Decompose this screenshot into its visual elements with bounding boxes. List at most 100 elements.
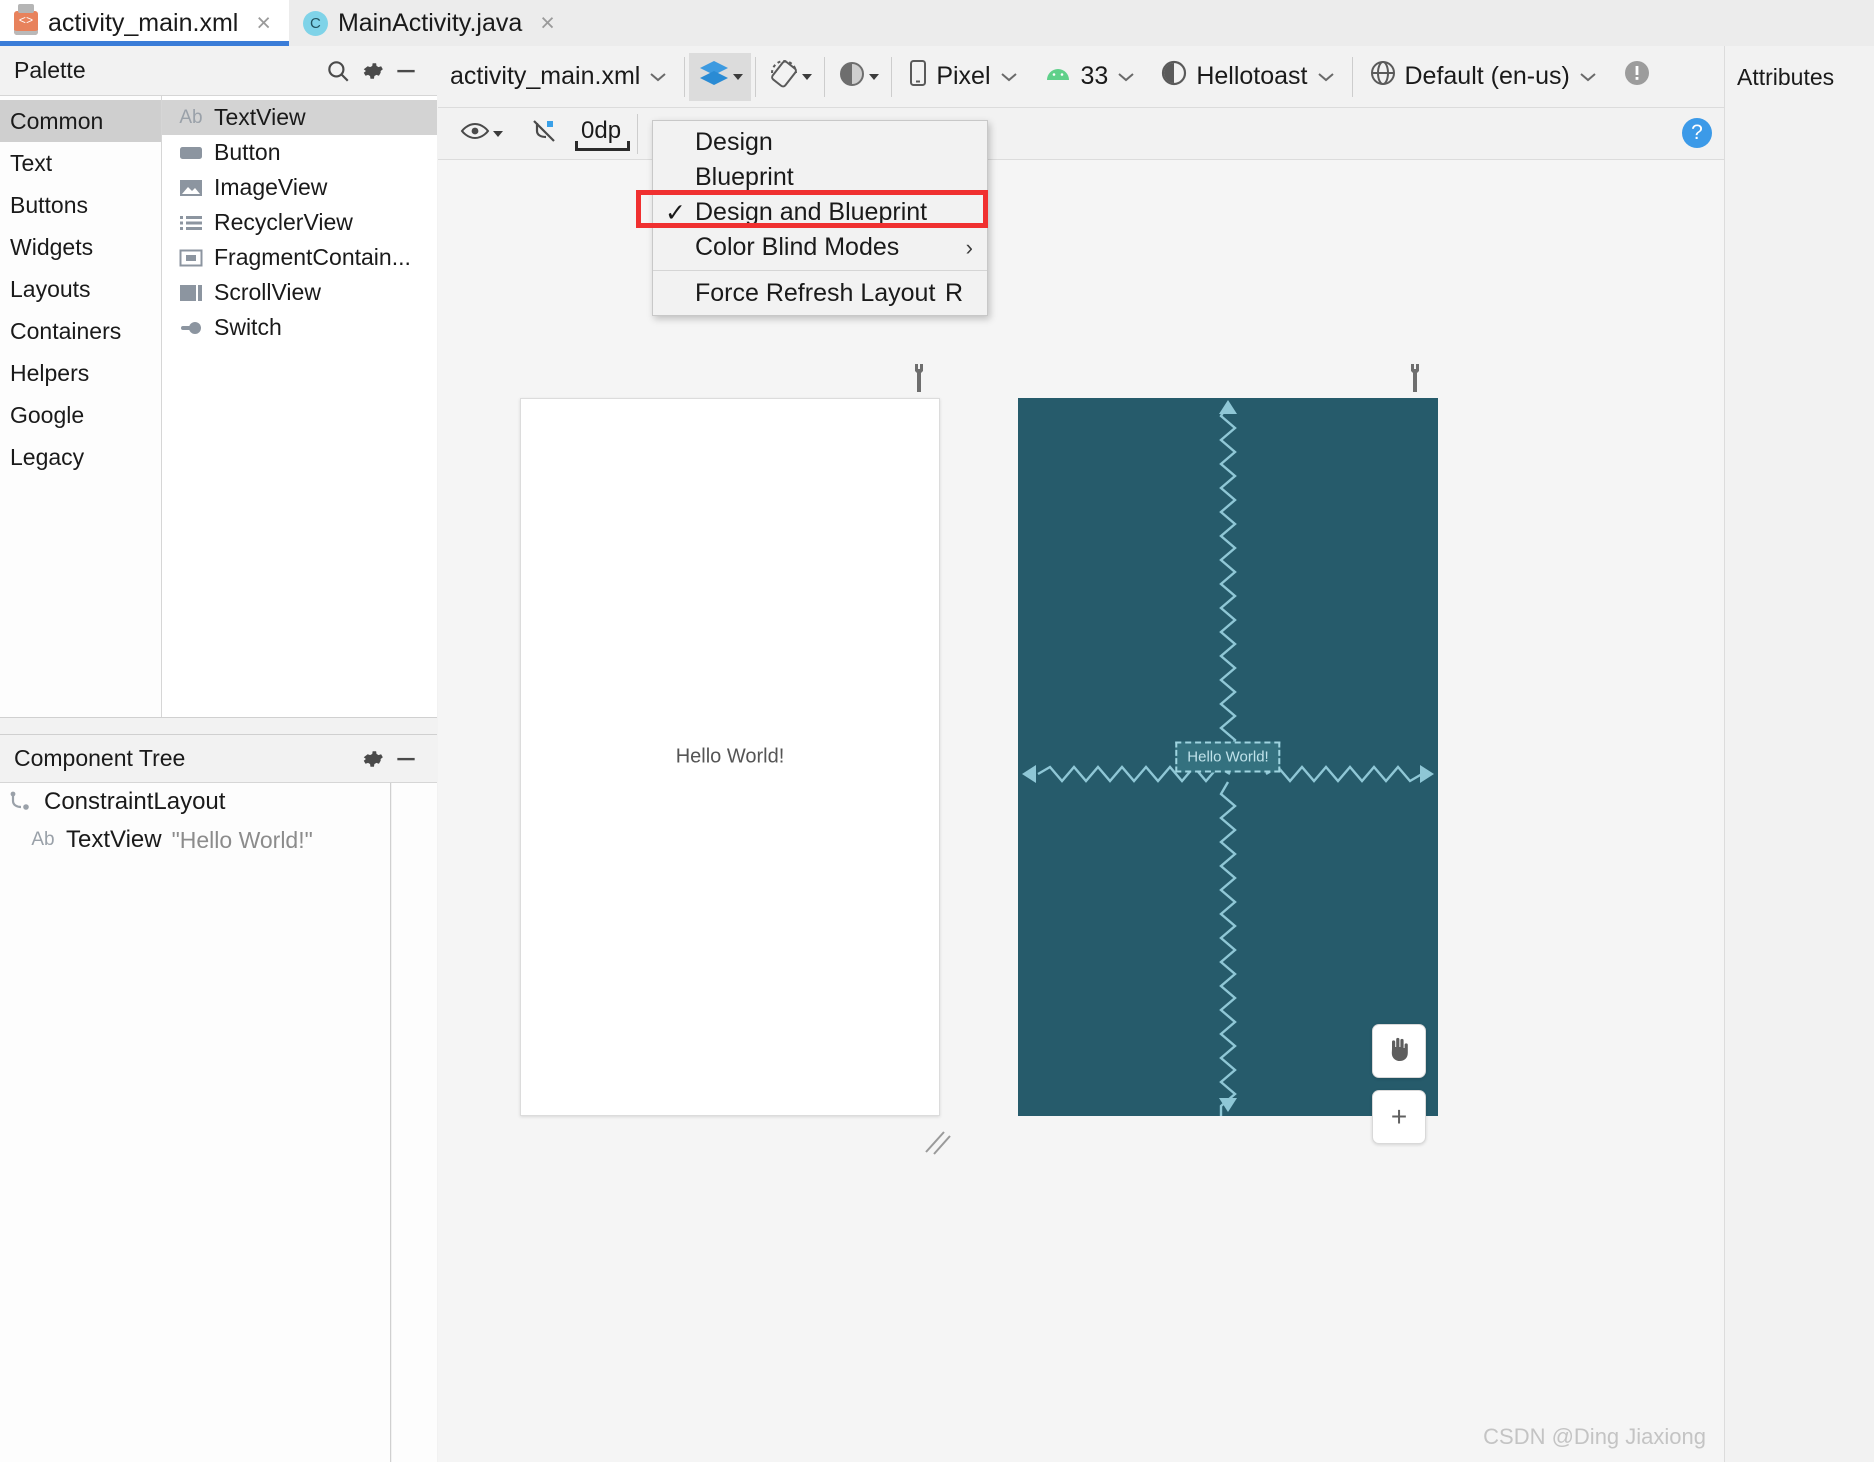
blueprint-preview[interactable]: Hello World! [1018, 398, 1438, 1116]
gear-icon[interactable] [355, 742, 389, 776]
resize-handle-icon[interactable] [920, 1128, 954, 1158]
api-level-label: 33 [1080, 62, 1109, 90]
file-selector-label: activity_main.xml [450, 62, 641, 90]
chevron-down-icon [493, 130, 503, 137]
attributes-panel: Attributes [1724, 46, 1874, 1462]
palette-category-legacy[interactable]: Legacy [0, 436, 161, 478]
chevron-down-icon [1316, 62, 1336, 91]
palette-widget-imageview[interactable]: ImageView [162, 170, 437, 205]
textview-icon: Ab [179, 106, 203, 128]
design-preview[interactable]: Hello World! [520, 398, 940, 1116]
file-selector[interactable]: activity_main.xml [438, 53, 680, 101]
palette-category-common[interactable]: Common [0, 100, 161, 142]
orientation-button[interactable] [760, 53, 820, 101]
device-selector[interactable]: Pixel [896, 53, 1030, 101]
toolbar-separator [824, 56, 826, 97]
gear-icon[interactable] [355, 54, 389, 88]
palette-widget-label: Switch [214, 314, 282, 340]
editor-tab-label: MainActivity.java [337, 8, 523, 37]
palette-widget-recyclerview[interactable]: RecyclerView [162, 205, 437, 240]
zoom-in-button[interactable]: + [1372, 1090, 1426, 1144]
close-icon[interactable]: × [540, 9, 555, 38]
editor-tab-activity-main-xml[interactable]: activity_main.xml × [0, 0, 289, 46]
recyclerview-icon [178, 212, 204, 234]
check-icon: ✓ [665, 198, 686, 227]
menu-item-color-blind-modes[interactable]: Color Blind Modes › [653, 230, 987, 265]
switch-icon [178, 317, 204, 339]
palette-widget-scrollview[interactable]: ScrollView [162, 275, 437, 310]
locale-selector[interactable]: Default (en-us) [1357, 53, 1610, 101]
palette-widget-switch[interactable]: Switch [162, 310, 437, 345]
panel-splitter[interactable] [0, 717, 437, 735]
imageview-icon [178, 177, 204, 199]
palette-widget-textview[interactable]: Ab TextView [162, 100, 437, 135]
design-canvas[interactable]: Hello World! Hello World! + CSDN @Ding J… [438, 160, 1724, 1462]
palette-category-label: Text [10, 149, 53, 176]
editor-tab-mainactivity-java[interactable]: C MainActivity.java × [289, 0, 573, 46]
chevron-down-icon [1578, 62, 1598, 91]
menu-item-force-refresh-layout[interactable]: Force Refresh Layout R [653, 276, 987, 311]
palette-widget-label: TextView [214, 104, 306, 130]
attributes-panel-title: Attributes [1737, 64, 1835, 90]
palette-category-widgets[interactable]: Widgets [0, 226, 161, 268]
chevron-down-icon [648, 62, 668, 91]
minimize-icon[interactable] [389, 54, 423, 88]
minimize-icon[interactable] [389, 742, 423, 776]
palette-category-containers[interactable]: Containers [0, 310, 161, 352]
chevron-down-icon [999, 62, 1019, 91]
eye-icon [460, 120, 490, 147]
warning-icon [1622, 58, 1652, 95]
palette-widget-label: Button [214, 139, 281, 165]
chevron-down-icon [802, 73, 813, 80]
textview-icon: Ab [31, 829, 55, 850]
palette-category-label: Widgets [10, 233, 94, 260]
design-surface-subtoolbar: 0dp ? [438, 108, 1724, 160]
xml-file-icon [14, 4, 38, 35]
menu-item-design[interactable]: Design [653, 125, 987, 160]
palette-title: Palette [14, 57, 86, 83]
palette-body: Common Text Buttons Widgets Layouts Cont… [0, 96, 437, 717]
palette-widget-fragmentcontainer[interactable]: FragmentContain... [162, 240, 437, 275]
pan-tool-button[interactable] [1372, 1024, 1426, 1078]
palette-widget-list: Ab TextView Button ImageView RecyclerVie… [162, 96, 437, 717]
palette-category-label: Layouts [10, 275, 91, 302]
palette-category-label: Common [10, 107, 104, 134]
menu-item-design-and-blueprint[interactable]: ✓ Design and Blueprint [653, 195, 987, 230]
editor-tabstrip: activity_main.xml × C MainActivity.java … [0, 0, 1874, 46]
default-margin-label: 0dp [581, 116, 622, 144]
search-icon[interactable] [321, 54, 355, 88]
theme-selector[interactable]: Hellotoast [1148, 53, 1347, 101]
api-level-selector[interactable]: 33 [1031, 53, 1149, 101]
chevron-down-icon [1116, 62, 1136, 91]
menu-separator [653, 270, 987, 271]
palette-widget-button[interactable]: Button [162, 135, 437, 170]
palette-category-label: Helpers [10, 359, 90, 386]
component-tree-title: Component Tree [14, 745, 186, 771]
theme-button[interactable] [829, 53, 887, 101]
palette-category-label: Google [10, 401, 85, 428]
menu-item-label: Design and Blueprint [695, 198, 928, 226]
component-tree-node-textview[interactable]: Ab TextView "Hello World!" [0, 821, 390, 859]
palette-category-label: Buttons [10, 191, 88, 218]
close-icon[interactable]: × [256, 9, 271, 38]
palette-header: Palette [0, 46, 437, 96]
device-selector-label: Pixel [936, 62, 991, 90]
issues-button[interactable] [1610, 53, 1664, 101]
surface-mode-button[interactable] [689, 52, 752, 101]
surface-mode-menu[interactable]: Design Blueprint ✓ Design and Blueprint … [652, 120, 988, 316]
palette-category-buttons[interactable]: Buttons [0, 184, 161, 226]
palette-category-google[interactable]: Google [0, 394, 161, 436]
help-icon[interactable]: ? [1682, 118, 1712, 148]
theme-contrast-icon [837, 59, 867, 94]
view-options-button[interactable] [450, 120, 513, 147]
palette-category-helpers[interactable]: Helpers [0, 352, 161, 394]
toggle-constraints-button[interactable] [519, 117, 569, 150]
default-margin-button[interactable]: 0dp [575, 116, 628, 151]
menu-item-blueprint[interactable]: Blueprint [653, 160, 987, 195]
button-icon [178, 142, 204, 164]
palette-category-text[interactable]: Text [0, 142, 161, 184]
component-tree-node-constraintlayout[interactable]: ConstraintLayout [0, 783, 390, 821]
palette-widget-label: ImageView [214, 174, 328, 200]
phone-icon [908, 58, 928, 95]
palette-category-layouts[interactable]: Layouts [0, 268, 161, 310]
